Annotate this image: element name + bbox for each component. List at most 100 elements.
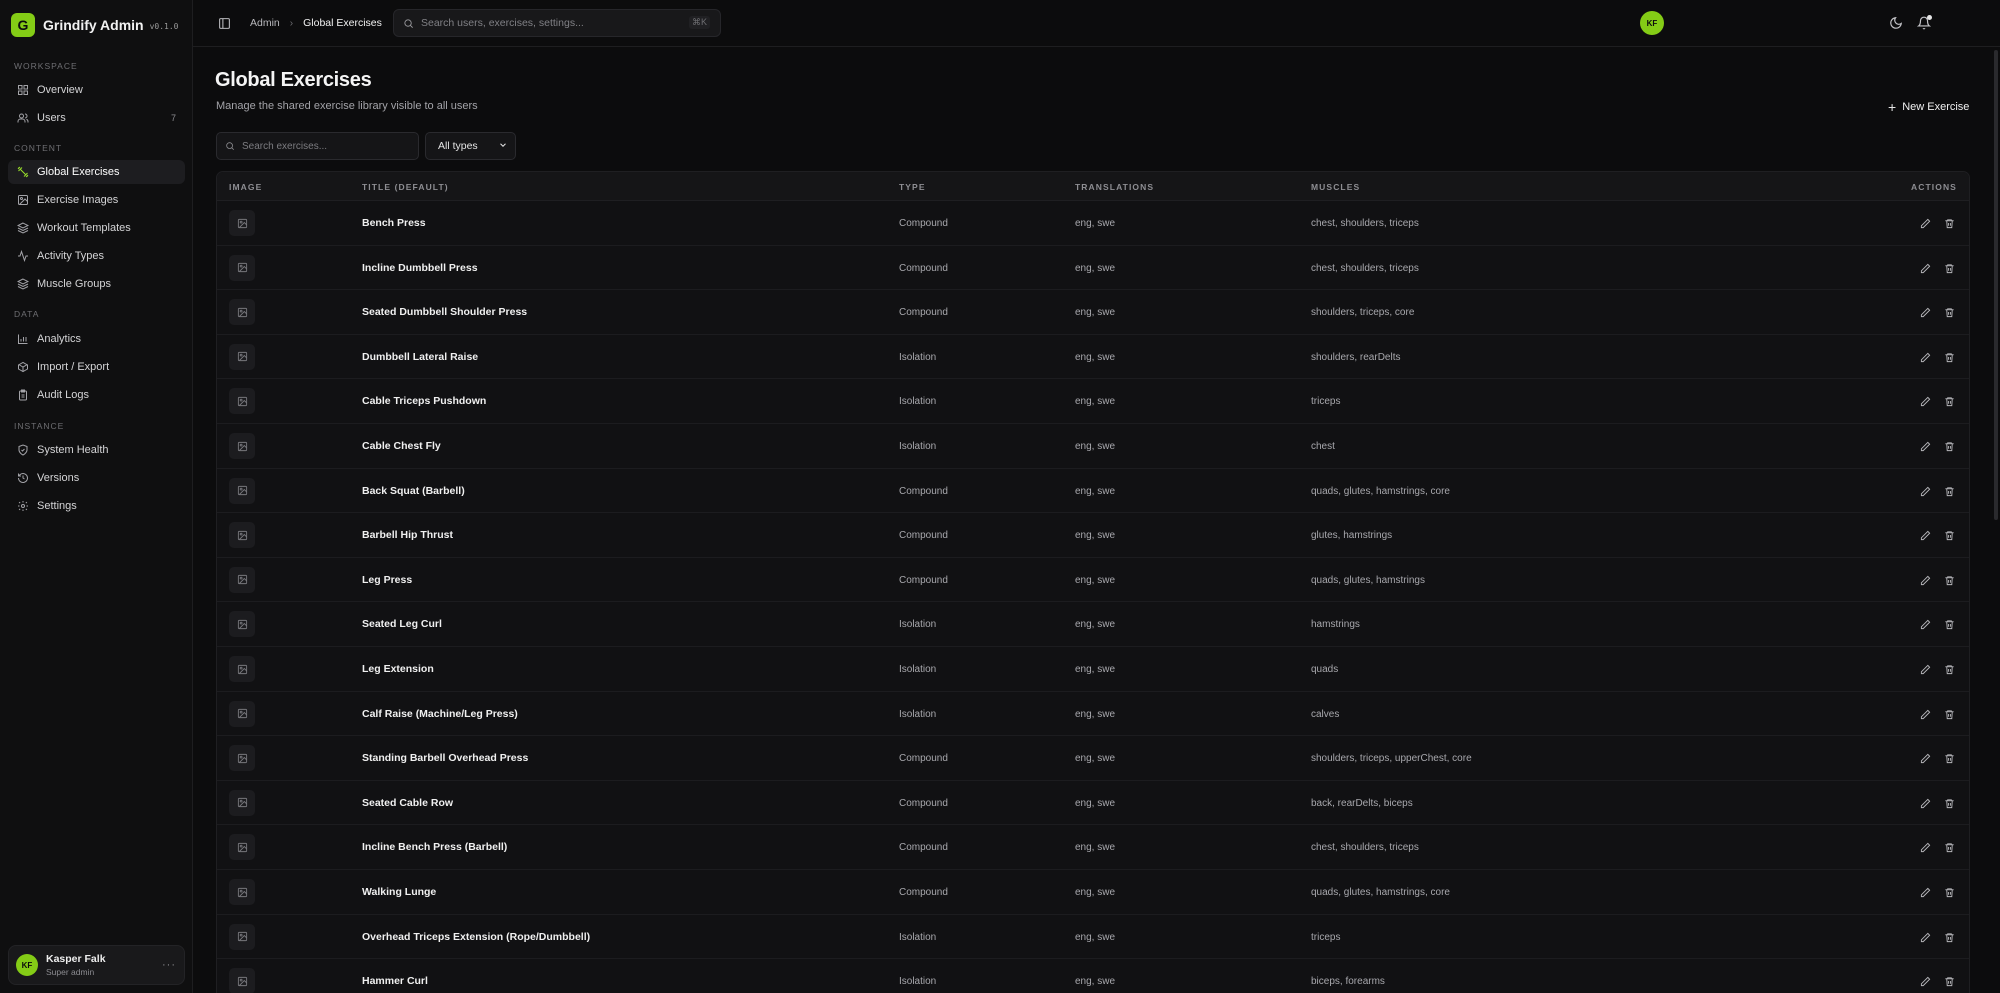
- edit-icon[interactable]: [1920, 841, 1931, 853]
- sidebar-item-system-health[interactable]: System Health: [8, 438, 185, 462]
- trash-icon[interactable]: [1944, 574, 1955, 585]
- table-row[interactable]: Seated Cable Row Compound eng, swe back, re…: [217, 781, 1969, 826]
- user-menu[interactable]: KF Kasper Falk Super admin ···: [8, 945, 185, 985]
- sidebar-item-exercise-images[interactable]: Exercise Images: [8, 188, 185, 212]
- table-row[interactable]: Incline Dumbbell Press Compound eng, swe ch…: [217, 246, 1969, 291]
- exercise-image-placeholder[interactable]: [229, 477, 255, 504]
- table-row[interactable]: Leg Press Compound eng, swe quads, glutes, …: [217, 558, 1969, 603]
- trash-icon[interactable]: [1944, 529, 1955, 541]
- table-row[interactable]: Seated Leg Curl Isolation eng, swe hamstrin…: [217, 602, 1969, 647]
- edit-icon[interactable]: [1920, 574, 1931, 585]
- type-filter-select[interactable]: All types: [425, 132, 516, 160]
- exercise-search-input[interactable]: [242, 140, 412, 152]
- edit-icon[interactable]: [1920, 797, 1931, 808]
- trash-icon[interactable]: [1944, 395, 1955, 407]
- trash-icon[interactable]: [1944, 217, 1955, 229]
- edit-icon[interactable]: [1920, 663, 1931, 675]
- exercise-title[interactable]: Cable Chest Fly: [362, 440, 441, 452]
- exercise-image-placeholder[interactable]: [229, 433, 255, 459]
- exercise-image-placeholder[interactable]: [229, 656, 255, 682]
- edit-icon[interactable]: [1920, 618, 1931, 630]
- trash-icon[interactable]: [1944, 440, 1955, 452]
- exercise-title[interactable]: Overhead Triceps Extension (Rope/Dumbbel…: [362, 931, 590, 943]
- table-row[interactable]: Calf Raise (Machine/Leg Press) Isolation e…: [217, 692, 1969, 737]
- sidebar-item-import-export[interactable]: Import / Export: [8, 355, 185, 379]
- exercise-title[interactable]: Seated Dumbbell Shoulder Press: [362, 306, 527, 318]
- exercise-image-placeholder[interactable]: [229, 343, 255, 370]
- exercise-search[interactable]: [216, 132, 419, 160]
- exercise-title[interactable]: Incline Dumbbell Press: [362, 262, 478, 274]
- edit-icon[interactable]: [1920, 886, 1931, 898]
- edit-icon[interactable]: [1920, 217, 1931, 229]
- exercise-title[interactable]: Seated Cable Row: [362, 797, 453, 809]
- exercise-image-placeholder[interactable]: [229, 254, 255, 281]
- breadcrumb-admin[interactable]: Admin: [250, 17, 280, 29]
- exercise-image-placeholder[interactable]: [229, 789, 255, 816]
- exercise-title[interactable]: Barbell Hip Thrust: [362, 529, 453, 541]
- exercise-title[interactable]: Leg Press: [362, 574, 412, 586]
- exercise-image-placeholder[interactable]: [229, 566, 255, 593]
- edit-icon[interactable]: [1920, 752, 1931, 764]
- edit-icon[interactable]: [1920, 931, 1931, 942]
- exercise-image-placeholder[interactable]: [229, 210, 255, 236]
- table-row[interactable]: Standing Barbell Overhead Press Compound e…: [217, 736, 1969, 781]
- table-row[interactable]: Cable Triceps Pushdown Isolation eng, swe t…: [217, 379, 1969, 424]
- trash-icon[interactable]: [1944, 931, 1955, 942]
- theme-toggle-icon[interactable]: [1889, 16, 1903, 30]
- edit-icon[interactable]: [1920, 262, 1931, 273]
- sidebar-item-overview[interactable]: Overview: [8, 78, 185, 102]
- trash-icon[interactable]: [1944, 841, 1955, 853]
- edit-icon[interactable]: [1920, 975, 1931, 987]
- exercise-image-placeholder[interactable]: [229, 522, 255, 549]
- avatar[interactable]: KF: [1640, 11, 1664, 35]
- sidebar-item-audit-logs[interactable]: Audit Logs: [8, 383, 185, 407]
- sidebar-item-settings[interactable]: Settings: [8, 494, 185, 518]
- exercise-title[interactable]: Cable Triceps Pushdown: [362, 395, 486, 407]
- exercise-image-placeholder[interactable]: [229, 299, 255, 326]
- trash-icon[interactable]: [1944, 797, 1955, 808]
- table-row[interactable]: Back Squat (Barbell) Compound eng, swe quad…: [217, 469, 1969, 514]
- trash-icon[interactable]: [1944, 485, 1955, 496]
- edit-icon[interactable]: [1920, 440, 1931, 452]
- trash-icon[interactable]: [1944, 975, 1955, 987]
- edit-icon[interactable]: [1920, 529, 1931, 541]
- edit-icon[interactable]: [1920, 708, 1931, 719]
- edit-icon[interactable]: [1920, 306, 1931, 318]
- global-search[interactable]: ⌘K: [393, 9, 721, 37]
- exercise-title[interactable]: Seated Leg Curl: [362, 618, 442, 630]
- sidebar-toggle-icon[interactable]: [218, 17, 231, 30]
- sidebar-item-activity-types[interactable]: Activity Types: [8, 244, 185, 268]
- exercise-title[interactable]: Leg Extension: [362, 663, 434, 675]
- exercise-title[interactable]: Calf Raise (Machine/Leg Press): [362, 708, 518, 720]
- trash-icon[interactable]: [1944, 351, 1955, 362]
- exercise-title[interactable]: Walking Lunge: [362, 886, 436, 898]
- edit-icon[interactable]: [1920, 351, 1931, 362]
- exercise-image-placeholder[interactable]: [229, 611, 255, 638]
- exercise-image-placeholder[interactable]: [229, 923, 255, 950]
- exercise-title[interactable]: Standing Barbell Overhead Press: [362, 752, 528, 764]
- table-row[interactable]: Walking Lunge Compound eng, swe quads, glut…: [217, 870, 1969, 915]
- exercise-image-placeholder[interactable]: [229, 745, 255, 772]
- table-row[interactable]: Leg Extension Isolation eng, swe quads: [217, 647, 1969, 692]
- exercise-title[interactable]: Hammer Curl: [362, 975, 428, 987]
- table-row[interactable]: Barbell Hip Thrust Compound eng, swe glutes…: [217, 513, 1969, 558]
- table-row[interactable]: Hammer Curl Isolation eng, swe biceps, fore…: [217, 959, 1969, 993]
- scrollbar[interactable]: [1994, 50, 1998, 520]
- sidebar-item-muscle-groups[interactable]: Muscle Groups: [8, 272, 185, 296]
- exercise-title[interactable]: Back Squat (Barbell): [362, 485, 465, 497]
- exercise-image-placeholder[interactable]: [229, 388, 255, 415]
- trash-icon[interactable]: [1944, 886, 1955, 898]
- trash-icon[interactable]: [1944, 618, 1955, 630]
- edit-icon[interactable]: [1920, 485, 1931, 496]
- table-row[interactable]: Bench Press Compound eng, swe chest, should…: [217, 201, 1969, 246]
- sidebar-item-versions[interactable]: Versions: [8, 466, 185, 490]
- table-row[interactable]: Dumbbell Lateral Raise Isolation eng, swe s…: [217, 335, 1969, 380]
- table-row[interactable]: Overhead Triceps Extension (Rope/Dumbbel…: [217, 915, 1969, 960]
- exercise-title[interactable]: Bench Press: [362, 217, 426, 229]
- more-icon[interactable]: ···: [162, 959, 176, 971]
- exercise-image-placeholder[interactable]: [229, 834, 255, 861]
- trash-icon[interactable]: [1944, 663, 1955, 675]
- trash-icon[interactable]: [1944, 306, 1955, 318]
- edit-icon[interactable]: [1920, 395, 1931, 407]
- trash-icon[interactable]: [1944, 708, 1955, 719]
